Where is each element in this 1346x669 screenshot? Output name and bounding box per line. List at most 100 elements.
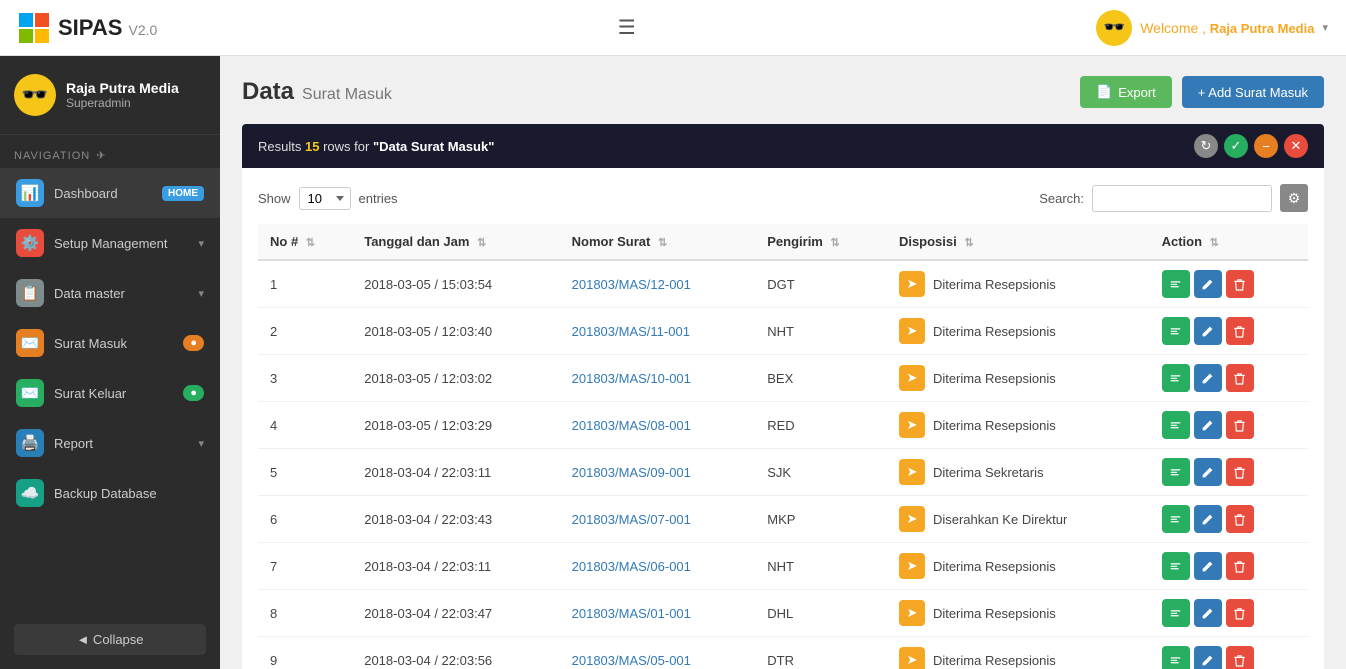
logo-area: SIPAS V2.0 xyxy=(18,12,157,44)
view-button[interactable] xyxy=(1162,458,1190,486)
sidebar-item-backup-database[interactable]: ☁️ Backup Database xyxy=(0,468,220,518)
delete-button[interactable] xyxy=(1226,505,1254,533)
cell-disposisi: ➤ Diterima Resepsionis xyxy=(887,260,1150,308)
sidebar-item-report[interactable]: 🖨️ Report ▾ xyxy=(0,418,220,468)
col-disposisi[interactable]: Disposisi ⇅ xyxy=(887,224,1150,260)
cell-nomor[interactable]: 201803/MAS/01-001 xyxy=(560,590,756,637)
windows-logo xyxy=(18,12,50,44)
hamburger-button[interactable]: ☰ xyxy=(610,11,644,44)
delete-button[interactable] xyxy=(1226,458,1254,486)
edit-button[interactable] xyxy=(1194,599,1222,627)
edit-button[interactable] xyxy=(1194,646,1222,669)
cell-pengirim: SJK xyxy=(755,449,887,496)
action-buttons xyxy=(1162,646,1296,669)
result-icon-check[interactable]: ✓ xyxy=(1224,134,1248,158)
nomor-link[interactable]: 201803/MAS/06-001 xyxy=(572,559,691,574)
edit-button[interactable] xyxy=(1194,364,1222,392)
sidebar-item-dashboard[interactable]: 📊 Dashboard HOME xyxy=(0,168,220,218)
entries-select[interactable]: 10 25 50 100 xyxy=(299,187,351,210)
sidebar-item-data-master[interactable]: 📋 Data master ▾ xyxy=(0,268,220,318)
edit-button[interactable] xyxy=(1194,317,1222,345)
cell-no: 6 xyxy=(258,496,352,543)
delete-button[interactable] xyxy=(1226,364,1254,392)
delete-button[interactable] xyxy=(1226,599,1254,627)
nomor-link[interactable]: 201803/MAS/08-001 xyxy=(572,418,691,433)
cell-pengirim: MKP xyxy=(755,496,887,543)
view-button[interactable] xyxy=(1162,317,1190,345)
add-surat-masuk-button[interactable]: + Add Surat Masuk xyxy=(1182,76,1324,108)
nomor-link[interactable]: 201803/MAS/09-001 xyxy=(572,465,691,480)
edit-button[interactable] xyxy=(1194,270,1222,298)
cell-nomor[interactable]: 201803/MAS/07-001 xyxy=(560,496,756,543)
sidebar-role: Superadmin xyxy=(66,96,179,110)
disposisi-arrow-icon: ➤ xyxy=(899,459,925,485)
sidebar-item-surat-masuk[interactable]: ✉️ Surat Masuk ● xyxy=(0,318,220,368)
cell-tanggal: 2018-03-04 / 22:03:11 xyxy=(352,543,559,590)
delete-button[interactable] xyxy=(1226,552,1254,580)
nomor-link[interactable]: 201803/MAS/05-001 xyxy=(572,653,691,668)
result-icon-refresh[interactable]: ↻ xyxy=(1194,134,1218,158)
view-button[interactable] xyxy=(1162,646,1190,669)
user-area: 🕶️ Welcome , Raja Putra Media ▾ xyxy=(1096,10,1328,46)
app-name: SIPAS V2.0 xyxy=(58,15,157,41)
cell-no: 9 xyxy=(258,637,352,669)
nomor-link[interactable]: 201803/MAS/11-001 xyxy=(572,324,690,339)
cell-nomor[interactable]: 201803/MAS/06-001 xyxy=(560,543,756,590)
edit-button[interactable] xyxy=(1194,552,1222,580)
view-button[interactable] xyxy=(1162,552,1190,580)
cell-tanggal: 2018-03-05 / 15:03:54 xyxy=(352,260,559,308)
data-table: No # ⇅ Tanggal dan Jam ⇅ Nomor Surat ⇅ P… xyxy=(258,224,1308,669)
disposisi-text: Diterima Sekretaris xyxy=(933,465,1044,480)
cell-action xyxy=(1150,543,1308,590)
nomor-link[interactable]: 201803/MAS/12-001 xyxy=(572,277,691,292)
cell-action xyxy=(1150,402,1308,449)
disposisi-arrow-icon: ➤ xyxy=(899,318,925,344)
col-tanggal[interactable]: Tanggal dan Jam ⇅ xyxy=(352,224,559,260)
cell-action xyxy=(1150,637,1308,669)
view-button[interactable] xyxy=(1162,599,1190,627)
table-header-row: No # ⇅ Tanggal dan Jam ⇅ Nomor Surat ⇅ P… xyxy=(258,224,1308,260)
export-button[interactable]: 📄 Export xyxy=(1080,76,1172,108)
cell-disposisi: ➤ Diserahkan Ke Direktur xyxy=(887,496,1150,543)
cell-nomor[interactable]: 201803/MAS/09-001 xyxy=(560,449,756,496)
sidebar-item-surat-keluar[interactable]: ✉️ Surat Keluar ● xyxy=(0,368,220,418)
cell-action xyxy=(1150,449,1308,496)
search-label: Search: xyxy=(1039,191,1084,206)
delete-button[interactable] xyxy=(1226,317,1254,345)
edit-button[interactable] xyxy=(1194,458,1222,486)
cell-nomor[interactable]: 201803/MAS/08-001 xyxy=(560,402,756,449)
sidebar-item-setup-management[interactable]: ⚙️ Setup Management ▾ xyxy=(0,218,220,268)
settings-icon[interactable]: ⚙ xyxy=(1280,184,1308,212)
view-button[interactable] xyxy=(1162,411,1190,439)
search-input[interactable] xyxy=(1092,185,1272,212)
user-dropdown-arrow[interactable]: ▾ xyxy=(1322,21,1328,34)
cell-nomor[interactable]: 201803/MAS/11-001 xyxy=(560,308,756,355)
cell-no: 3 xyxy=(258,355,352,402)
col-pengirim[interactable]: Pengirim ⇅ xyxy=(755,224,887,260)
cell-nomor[interactable]: 201803/MAS/10-001 xyxy=(560,355,756,402)
delete-button[interactable] xyxy=(1226,411,1254,439)
col-no[interactable]: No # ⇅ xyxy=(258,224,352,260)
result-icon-minus[interactable]: − xyxy=(1254,134,1278,158)
view-button[interactable] xyxy=(1162,270,1190,298)
disposisi-arrow-icon: ➤ xyxy=(899,600,925,626)
view-button[interactable] xyxy=(1162,505,1190,533)
col-action[interactable]: Action ⇅ xyxy=(1150,224,1308,260)
action-buttons xyxy=(1162,364,1296,392)
delete-button[interactable] xyxy=(1226,646,1254,669)
cell-nomor[interactable]: 201803/MAS/05-001 xyxy=(560,637,756,669)
result-icon-close[interactable]: ✕ xyxy=(1284,134,1308,158)
cell-tanggal: 2018-03-05 / 12:03:29 xyxy=(352,402,559,449)
view-button[interactable] xyxy=(1162,364,1190,392)
chevron-down-icon: ▾ xyxy=(198,437,204,450)
edit-button[interactable] xyxy=(1194,505,1222,533)
edit-button[interactable] xyxy=(1194,411,1222,439)
nomor-link[interactable]: 201803/MAS/07-001 xyxy=(572,512,691,527)
collapse-button[interactable]: ◄ Collapse xyxy=(14,624,206,655)
delete-button[interactable] xyxy=(1226,270,1254,298)
nomor-link[interactable]: 201803/MAS/01-001 xyxy=(572,606,691,621)
cell-nomor[interactable]: 201803/MAS/12-001 xyxy=(560,260,756,308)
nomor-link[interactable]: 201803/MAS/10-001 xyxy=(572,371,691,386)
page-header: Data Surat Masuk 📄 Export + Add Surat Ma… xyxy=(242,76,1324,108)
col-nomor[interactable]: Nomor Surat ⇅ xyxy=(560,224,756,260)
